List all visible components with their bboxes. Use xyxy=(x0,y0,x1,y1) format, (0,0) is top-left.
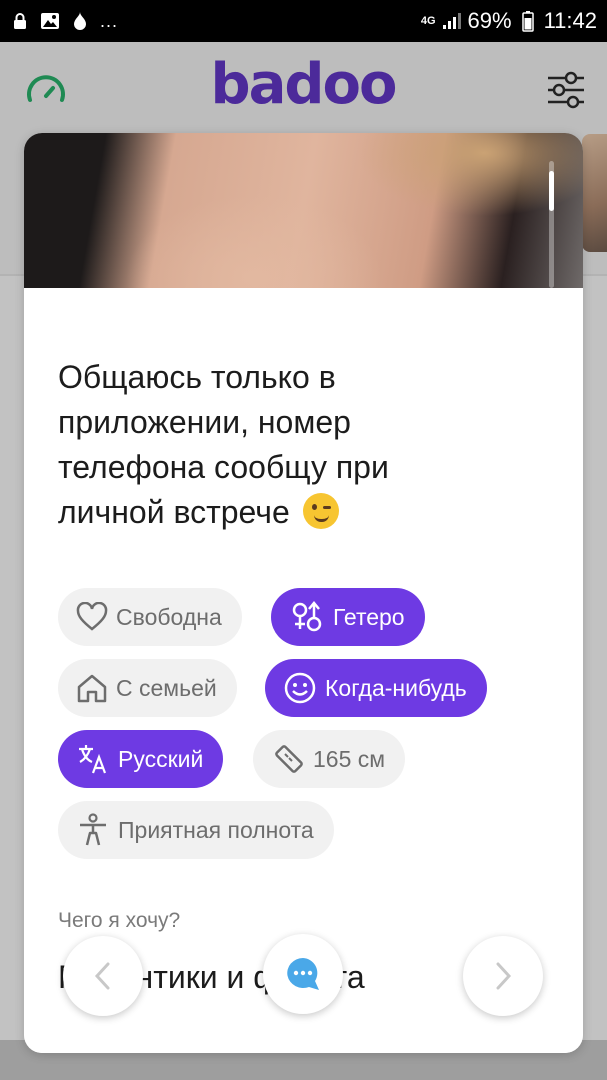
next-profile-thumbnail[interactable] xyxy=(582,134,607,252)
chip-children: Когда-нибудь xyxy=(265,659,487,717)
wink-emoji-icon xyxy=(302,493,339,529)
chip-height: 165 см xyxy=(253,730,406,788)
status-bar: ... 4G 69% 11:42 xyxy=(0,0,607,42)
network-type: 4G xyxy=(420,15,436,27)
chip-language: Русский xyxy=(58,730,224,788)
chat-bubble-icon xyxy=(287,958,319,990)
chip-label: Русский xyxy=(118,745,204,772)
translate-icon xyxy=(79,745,107,774)
profile-card[interactable]: Общаюсь только в приложении, номер телеф… xyxy=(24,133,583,1053)
chip-label: С семьей xyxy=(116,674,217,701)
chip-label: Гетеро xyxy=(333,603,405,630)
chat-button[interactable] xyxy=(263,934,343,1014)
chip-orientation: Гетеро xyxy=(271,588,425,646)
heart-icon xyxy=(76,602,108,631)
more-notifications: ... xyxy=(100,10,119,31)
clock: 11:42 xyxy=(543,8,597,33)
filter-settings-icon[interactable] xyxy=(544,68,588,112)
profile-bio: Общаюсь только в приложении, номер телеф… xyxy=(58,355,478,535)
next-button[interactable] xyxy=(463,936,543,1016)
battery-icon xyxy=(518,11,538,32)
onion-icon xyxy=(70,11,90,31)
lock-icon xyxy=(10,11,30,31)
bio-text: Общаюсь только в приложении, номер телеф… xyxy=(58,359,389,530)
home-icon xyxy=(77,674,107,703)
photo-scroll-indicator xyxy=(549,171,554,211)
chevron-right-icon xyxy=(496,962,512,990)
previous-button[interactable] xyxy=(63,936,143,1016)
chip-label: Свободна xyxy=(116,603,222,630)
wants-label: Чего я хочу? xyxy=(58,909,181,932)
ruler-icon xyxy=(275,745,303,773)
badoo-logo: badoo xyxy=(210,52,398,117)
chip-label: Когда-нибудь xyxy=(325,674,467,701)
chip-label: Приятная полнота xyxy=(118,816,314,843)
battery-level: 69% xyxy=(467,8,512,33)
chevron-left-icon xyxy=(94,962,110,990)
chip-relationship-status: Свободна xyxy=(58,588,242,646)
chip-living: С семьей xyxy=(58,659,237,717)
speedometer-icon[interactable] xyxy=(24,70,68,114)
signal-icon xyxy=(442,11,462,31)
image-icon xyxy=(40,11,60,31)
profile-photo[interactable] xyxy=(24,133,583,288)
chip-body-type: Приятная полнота xyxy=(58,801,334,859)
app-header: badoo xyxy=(0,42,607,134)
hetero-icon xyxy=(292,601,322,632)
body-icon xyxy=(80,813,106,846)
chip-label: 165 см xyxy=(313,745,386,772)
smile-icon xyxy=(284,672,316,704)
card-fade xyxy=(24,1013,583,1053)
